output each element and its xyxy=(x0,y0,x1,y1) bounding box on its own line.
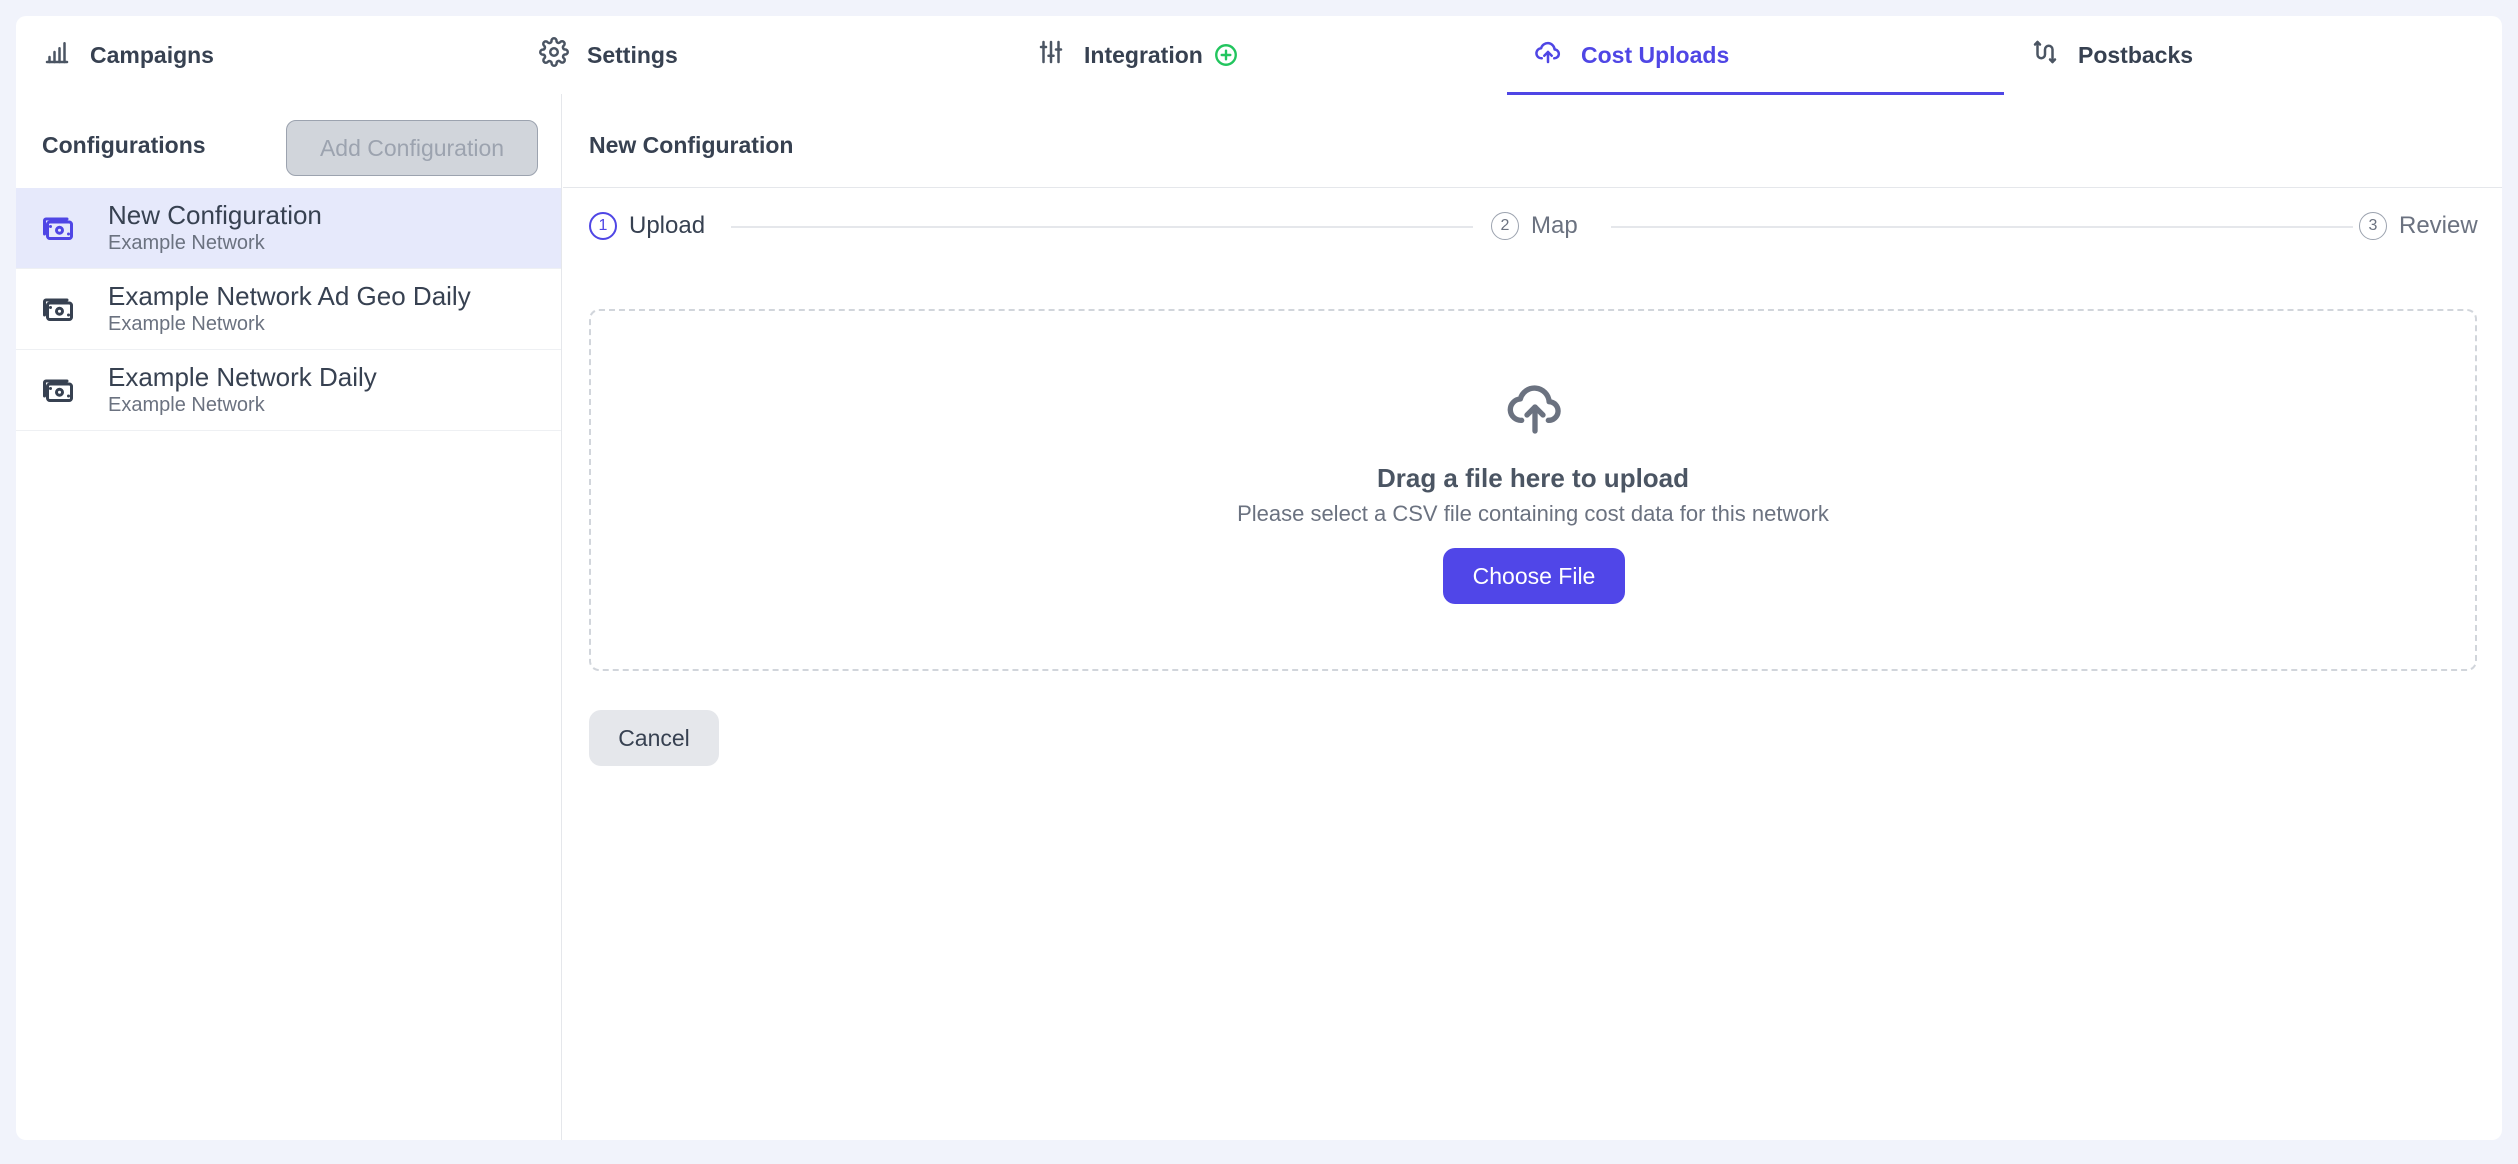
config-item-new-configuration[interactable]: New Configuration Example Network xyxy=(16,188,561,269)
cloud-upload-icon xyxy=(1503,375,1567,439)
main-header: New Configuration xyxy=(563,94,2502,188)
sidebar-title: Configurations xyxy=(42,132,206,158)
config-item-ad-geo-daily[interactable]: Example Network Ad Geo Daily Example Net… xyxy=(16,269,561,350)
tab-settings[interactable]: Settings xyxy=(513,16,1010,94)
config-name: Example Network Ad Geo Daily xyxy=(108,281,471,311)
page-title: New Configuration xyxy=(589,132,794,158)
config-network: Example Network xyxy=(108,313,265,335)
step-map: 2 Map xyxy=(1491,211,1578,241)
config-name: Example Network Daily xyxy=(108,362,377,392)
tab-label: Postbacks xyxy=(2078,41,2194,68)
step-number: 1 xyxy=(589,212,617,240)
dropzone-title: Drag a file here to upload xyxy=(1376,463,1690,493)
step-label: Upload xyxy=(629,212,706,239)
cloud-upload-icon xyxy=(1533,37,1563,73)
bar-chart-icon xyxy=(42,37,72,73)
step-upload: 1 Upload xyxy=(589,211,705,241)
config-item-daily[interactable]: Example Network Daily Example Network xyxy=(16,350,561,431)
tab-cost-uploads[interactable]: Cost Uploads xyxy=(1507,16,2004,95)
money-stack-icon xyxy=(40,210,76,246)
step-label: Map xyxy=(1531,212,1578,239)
money-stack-icon xyxy=(40,372,76,408)
step-connector xyxy=(731,226,1473,228)
tab-label: Integration xyxy=(1084,41,1203,68)
config-name: New Configuration xyxy=(108,200,322,230)
top-tabs: Campaigns Settings Integration Cost Uplo… xyxy=(16,16,2502,95)
sliders-icon xyxy=(1036,37,1066,73)
plus-circle-icon xyxy=(1213,42,1239,68)
step-number: 2 xyxy=(1491,212,1519,240)
step-review: 3 Review xyxy=(2359,211,2478,241)
step-label: Review xyxy=(2399,212,2478,239)
tab-campaigns[interactable]: Campaigns xyxy=(16,16,513,94)
app-card: Campaigns Settings Integration Cost Uplo… xyxy=(16,16,2502,1140)
cancel-button[interactable]: Cancel xyxy=(589,710,719,766)
gear-icon xyxy=(539,37,569,73)
tab-postbacks[interactable]: Postbacks xyxy=(2004,16,2501,94)
tab-integration[interactable]: Integration xyxy=(1010,16,1507,94)
stepper: 1 Upload 2 Map 3 Review xyxy=(589,211,2478,241)
money-stack-icon xyxy=(40,291,76,327)
add-configuration-button[interactable]: Add Configuration xyxy=(286,120,538,176)
choose-file-button[interactable]: Choose File xyxy=(1443,548,1625,604)
config-network: Example Network xyxy=(108,394,265,416)
tab-label: Campaigns xyxy=(90,41,214,68)
tab-label: Cost Uploads xyxy=(1581,41,1730,68)
sidebar-header: Configurations Add Configuration xyxy=(16,94,561,188)
route-icon xyxy=(2030,37,2060,73)
step-number: 3 xyxy=(2359,212,2387,240)
tab-label: Settings xyxy=(587,41,678,68)
file-dropzone[interactable]: Drag a file here to upload Please select… xyxy=(589,309,2477,671)
dropzone-subtitle: Please select a CSV file containing cost… xyxy=(1237,501,1829,526)
config-network: Example Network xyxy=(108,232,265,254)
configurations-sidebar: Configurations Add Configuration New Con… xyxy=(16,94,562,1140)
main-panel: New Configuration 1 Upload 2 Map 3 Revie… xyxy=(563,94,2502,1140)
step-connector xyxy=(1611,226,2353,228)
